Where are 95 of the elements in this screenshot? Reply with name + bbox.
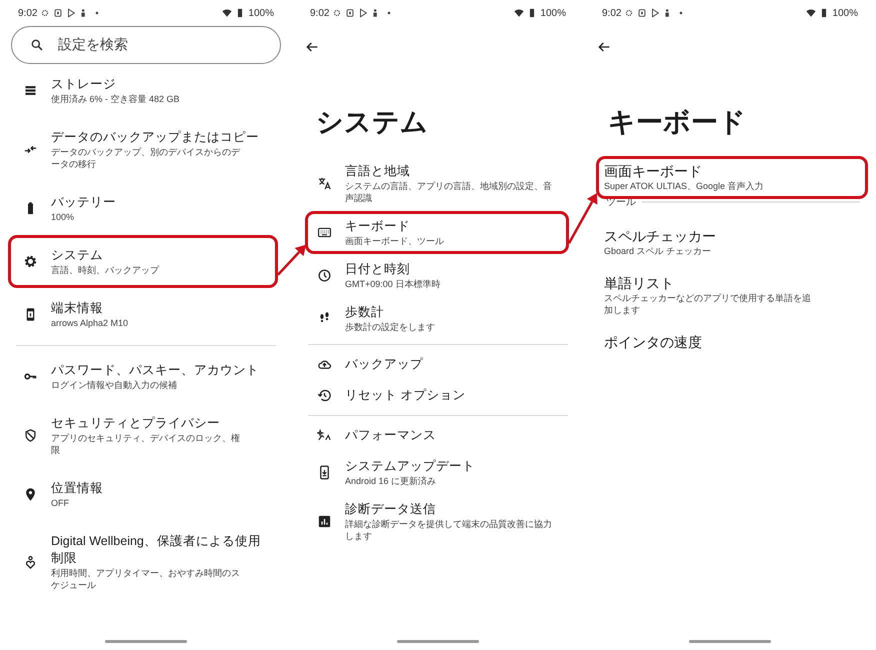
battery-percent: 100% <box>540 8 566 18</box>
item-title: バックアップ <box>345 356 423 373</box>
item-subtitle: システムの言語、アプリの言語、地域別の設定、音声認識 <box>345 180 553 204</box>
square-icon <box>345 8 356 18</box>
search-icon <box>30 38 44 52</box>
item-title: 端末情報 <box>51 300 104 317</box>
item-subtitle: 100% <box>51 211 76 223</box>
settings-item[interactable]: 言語と地域 システムの言語、アプリの言語、地域別の設定、音声認識 <box>305 156 569 211</box>
settings-item[interactable]: システムアップデート Android 16 に更新済み <box>305 451 569 494</box>
settings-item[interactable]: 歩数計 歩数計の設定をします <box>305 297 569 340</box>
item-title: Digital Wellbeing、保護者による使用制限 <box>51 533 262 567</box>
item-subtitle: GMT+09:00 日本標準時 <box>345 278 440 290</box>
item-title: パスワード、パスキー、アカウント <box>51 362 259 379</box>
item-title: 画面キーボード <box>604 163 703 180</box>
item-title: 言語と地域 <box>345 163 411 180</box>
play-icon <box>358 8 368 18</box>
settings-item[interactable]: 位置情報 OFF <box>8 468 278 521</box>
settings-item[interactable]: システム 言語、時刻、バックアップ <box>8 235 278 288</box>
battery-percent: 100% <box>832 8 858 18</box>
history-icon <box>316 388 332 403</box>
item-subtitle: Super ATOK ULTIAS、Google 音声入力 <box>604 180 764 192</box>
settings-item[interactable]: バッテリー 100% <box>8 182 278 235</box>
search-field[interactable]: 設定を検索 <box>11 26 281 64</box>
settings-item[interactable]: セキュリティとプライバシー アプリのセキュリティ、デバイスのロック、権限 <box>8 403 278 468</box>
settings-item[interactable]: 日付と時刻 GMT+09:00 日本標準時 <box>305 254 569 297</box>
item-subtitle: ログイン情報や自動入力の候補 <box>51 379 178 391</box>
item-subtitle: Gboard スペル チェッカー <box>604 245 712 257</box>
bars-icon <box>22 83 38 98</box>
clock-icon <box>316 268 332 283</box>
shield-icon <box>22 428 38 443</box>
square-icon <box>53 8 64 18</box>
settings-item[interactable]: データのバックアップまたはコピー データのバックアップ、別のデバイスからのデータの移行 <box>8 117 278 182</box>
settings-item[interactable]: 画面キーボード Super ATOK ULTIAS、Google 音声入力 <box>596 156 868 199</box>
settings-item[interactable]: ポインタの速度 <box>596 327 868 358</box>
status-time: 9:02 <box>310 8 330 18</box>
item-subtitle: OFF <box>51 497 70 509</box>
item-title: データのバックアップまたはコピー <box>51 129 259 146</box>
section-header: ツール <box>606 196 636 209</box>
item-title: バッテリー <box>51 194 116 211</box>
item-subtitle: スペルチェッカーなどのアプリで使用する単語を追加します <box>604 292 812 316</box>
item-title: システムアップデート <box>345 458 475 475</box>
settings-icon <box>22 254 38 269</box>
item-title: 歩数計 <box>345 304 385 321</box>
item-subtitle: 詳細な診断データを提供して端末の品質改善に協力します <box>345 518 553 542</box>
keyboard-icon <box>316 225 332 240</box>
item-title: システム <box>51 247 104 264</box>
navigation-handle[interactable] <box>397 640 479 643</box>
page-title: システム <box>315 106 429 139</box>
chart-icon <box>316 514 332 529</box>
item-title: パフォーマンス <box>345 427 436 444</box>
settings-item[interactable]: 診断データ送信 詳細な診断データを提供して端末の品質改善に協力します <box>305 494 569 549</box>
item-title: リセット オプション <box>345 387 466 404</box>
wifi-icon <box>514 8 524 18</box>
item-subtitle: アプリのセキュリティ、デバイスのロック、権限 <box>51 432 241 456</box>
item-subtitle: 使用済み 6% - 空き容量 482 GB <box>51 93 180 105</box>
item-title: ポインタの速度 <box>604 334 702 351</box>
settings-item[interactable]: リセット オプション <box>305 380 569 411</box>
status-time: 9:02 <box>18 8 38 18</box>
item-title: 位置情報 <box>51 480 103 497</box>
item-subtitle: 言語、時刻、バックアップ <box>51 264 159 276</box>
square-icon <box>637 8 648 18</box>
settings-item[interactable]: スペルチェッカー Gboard スペル チェッカー <box>596 221 868 264</box>
item-subtitle: 歩数計の設定をします <box>345 321 435 333</box>
item-subtitle: Android 16 に更新済み <box>345 475 438 487</box>
item-title: 日付と時刻 <box>345 261 411 278</box>
settings-item[interactable]: Digital Wellbeing、保護者による使用制限 利用時間、アプリタイマー、おやすみ時間のスケジュール <box>8 521 278 603</box>
item-title: スペルチェッカー <box>604 228 716 245</box>
settings-item[interactable]: 単語リスト スペルチェッカーなどのアプリで使用する単語を追加します <box>596 268 868 323</box>
page-title: キーボード <box>607 106 747 139</box>
settings-item[interactable]: バックアップ <box>305 349 569 380</box>
status-time: 9:02 <box>602 8 622 18</box>
item-title: 単語リスト <box>604 275 675 292</box>
item-title: ストレージ <box>51 76 117 93</box>
play-icon <box>66 8 76 18</box>
item-title: セキュリティとプライバシー <box>51 415 221 432</box>
item-subtitle: arrows Alpha2 M10 <box>51 317 128 329</box>
item-title: キーボード <box>345 218 411 235</box>
settings-item[interactable]: 端末情報 arrows Alpha2 M10 <box>8 288 278 341</box>
settings-item[interactable]: パフォーマンス <box>305 420 569 451</box>
wifi-icon <box>222 8 232 18</box>
arrow <box>568 193 598 244</box>
wifi-icon <box>806 8 816 18</box>
settings-item[interactable]: キーボード 画面キーボード、ツール <box>305 211 569 254</box>
play-icon <box>650 8 660 18</box>
navigation-handle[interactable] <box>105 640 187 643</box>
battery-percent: 100% <box>248 8 274 18</box>
settings-item[interactable]: ストレージ 使用済み 6% - 空き容量 482 GB <box>8 64 278 117</box>
item-subtitle: 利用時間、アプリタイマー、おやすみ時間のスケジュール <box>51 567 241 591</box>
settings-item[interactable]: パスワード、パスキー、アカウント ログイン情報や自動入力の候補 <box>8 350 278 403</box>
arrow <box>277 244 306 276</box>
item-title: 診断データ送信 <box>345 501 437 518</box>
navigation-handle[interactable] <box>689 640 771 643</box>
item-subtitle: 画面キーボード、ツール <box>345 235 444 247</box>
item-subtitle: データのバックアップ、別のデバイスからのデータの移行 <box>51 146 242 170</box>
translate-icon <box>316 176 332 191</box>
